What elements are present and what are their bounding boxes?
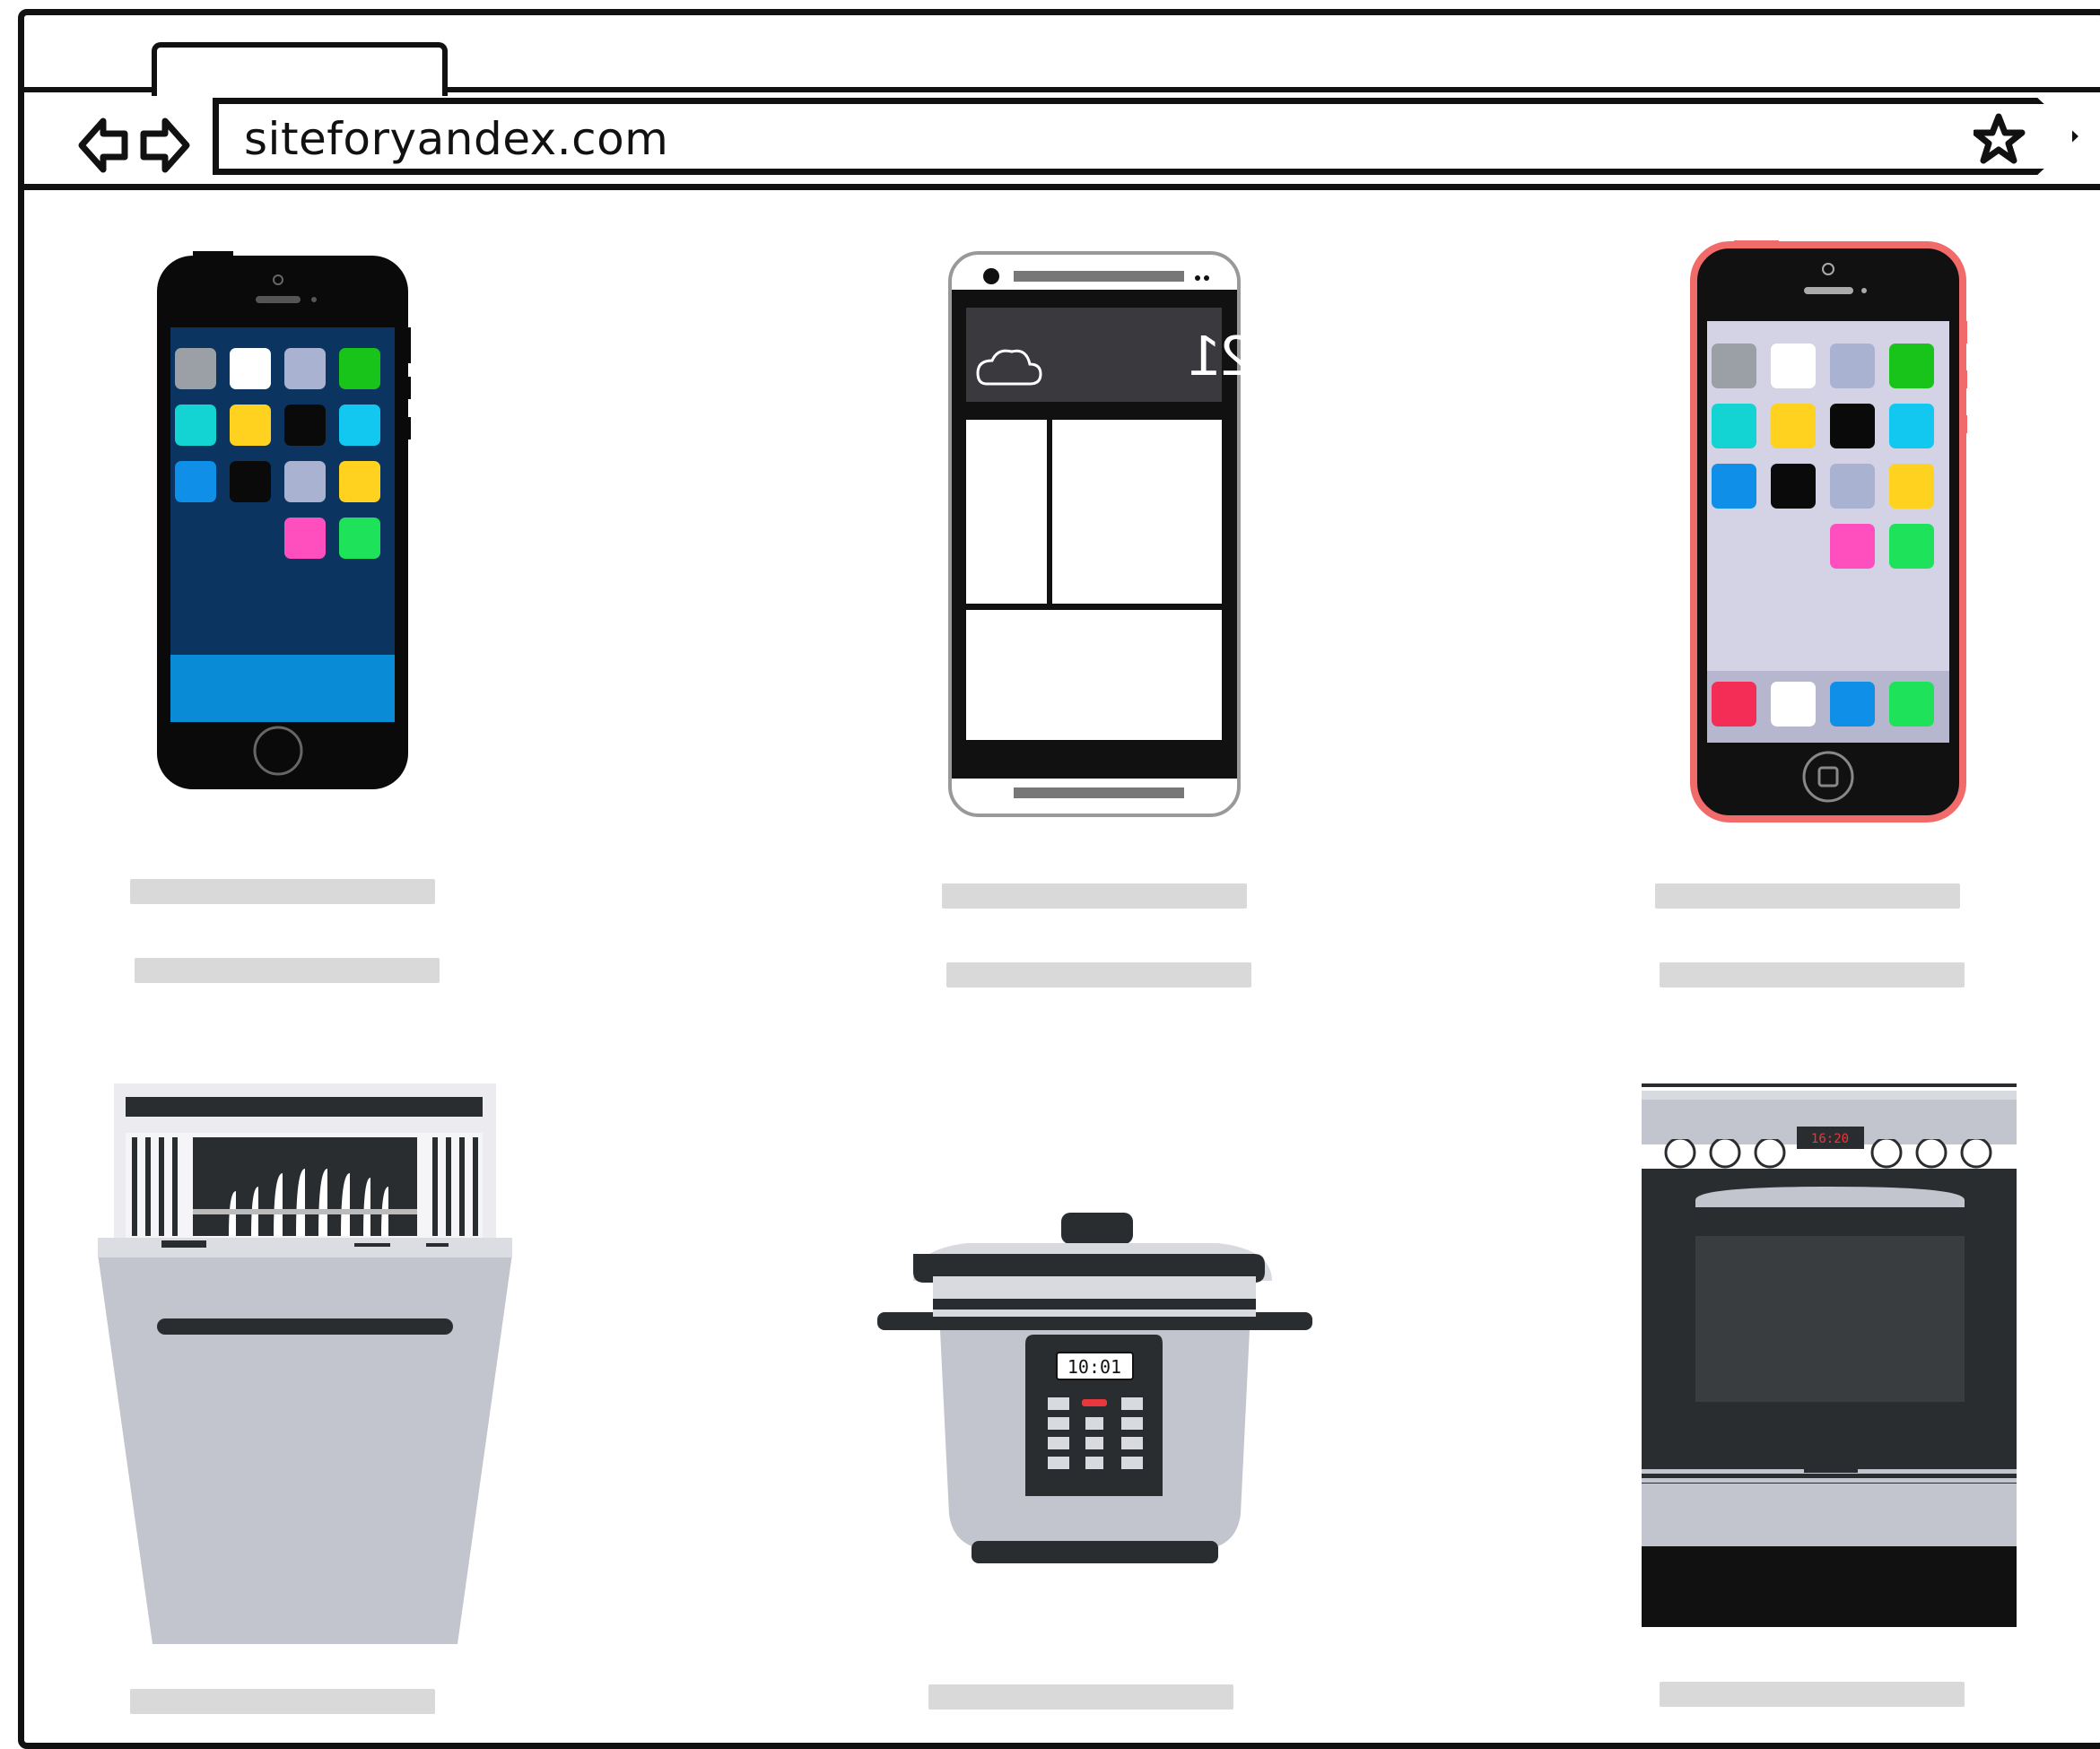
cooker-display-text: 10:01 bbox=[1067, 1356, 1121, 1378]
product-name-placeholder bbox=[1655, 883, 1960, 909]
product-card[interactable]: 10:01 bbox=[877, 1209, 1312, 1571]
product-name-placeholder bbox=[942, 883, 1247, 909]
white-smartphone-icon: 16:21 bbox=[948, 251, 1332, 817]
arrow-left-icon bbox=[78, 117, 128, 173]
product-name-placeholder bbox=[130, 1689, 435, 1714]
pressure-cooker-icon: 10:01 bbox=[877, 1213, 1312, 1563]
product-name-placeholder bbox=[928, 1684, 1233, 1710]
product-card[interactable] bbox=[148, 247, 413, 797]
address-bar[interactable]: siteforyandex.com bbox=[213, 98, 2078, 175]
product-card[interactable] bbox=[94, 1083, 516, 1652]
product-card[interactable] bbox=[1689, 240, 1967, 827]
star-icon[interactable] bbox=[1974, 113, 2036, 167]
product-price-placeholder bbox=[135, 958, 440, 983]
black-smartphone-icon bbox=[157, 251, 411, 789]
pink-smartphone-icon bbox=[1690, 240, 1967, 822]
stove-display-text: 16:20 bbox=[1811, 1132, 1849, 1146]
product-price-placeholder bbox=[1660, 962, 1965, 988]
url-text: siteforyandex.com bbox=[244, 113, 669, 165]
toolbar-divider bbox=[24, 184, 2100, 190]
product-card[interactable]: 16:20 bbox=[1640, 1083, 2021, 1634]
electric-stove-icon: 16:20 bbox=[1642, 1083, 2017, 1627]
dishwasher-icon bbox=[98, 1083, 512, 1644]
product-name-placeholder bbox=[1660, 1682, 1965, 1707]
arrow-right-icon bbox=[140, 117, 190, 173]
back-button[interactable] bbox=[78, 114, 132, 177]
product-price-placeholder bbox=[946, 962, 1251, 988]
product-name-placeholder bbox=[130, 879, 435, 904]
clock-text: 16:21 bbox=[1189, 323, 1242, 387]
forward-button[interactable] bbox=[136, 114, 190, 177]
product-card[interactable]: 16:21 bbox=[946, 249, 1332, 822]
